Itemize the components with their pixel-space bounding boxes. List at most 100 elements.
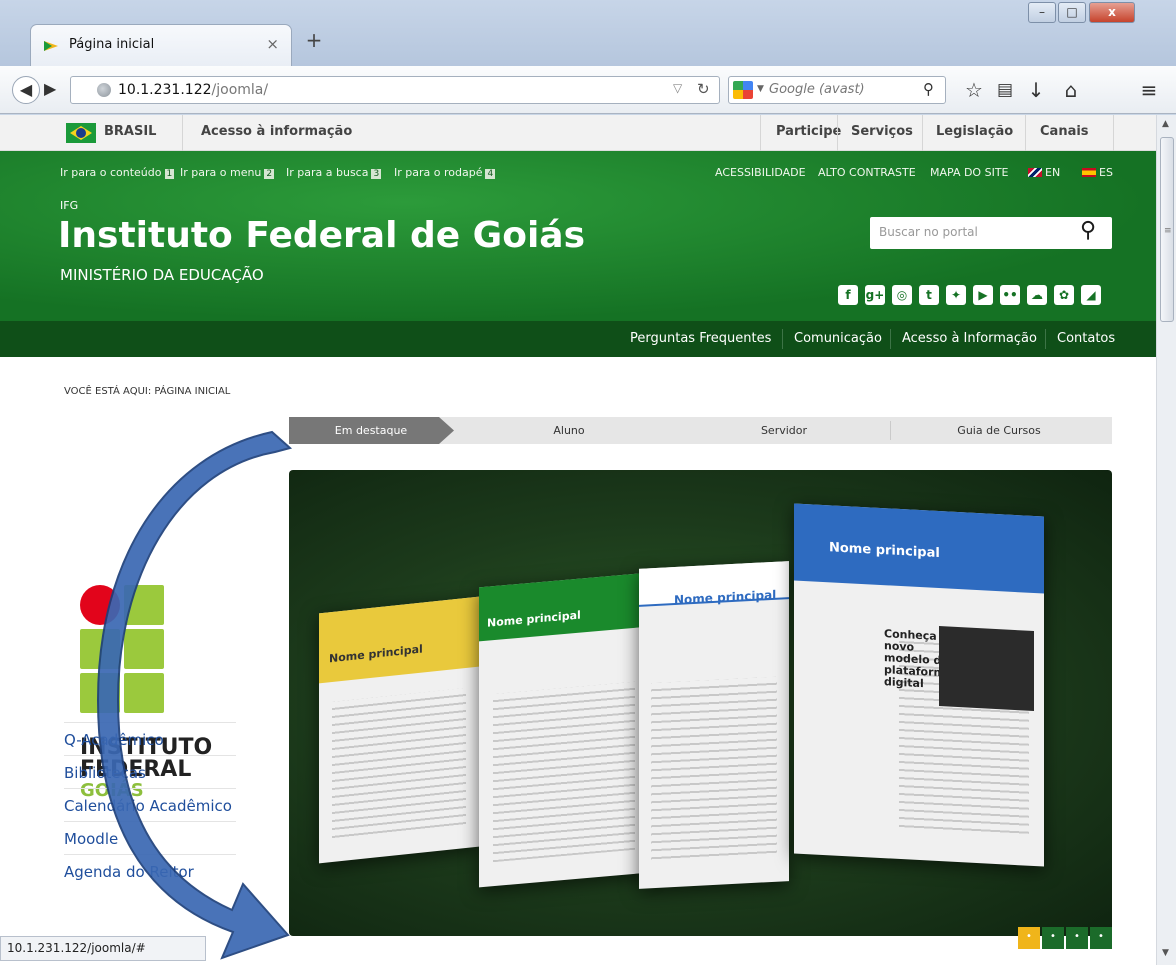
- close-window-button[interactable]: x: [1089, 2, 1135, 23]
- joomla-favicon-icon: [44, 41, 58, 51]
- tumblr-icon[interactable]: t: [919, 285, 939, 305]
- facebook-icon[interactable]: f: [838, 285, 858, 305]
- divider: [782, 329, 783, 349]
- tab-servidor[interactable]: Servidor: [694, 424, 874, 437]
- new-tab-button[interactable]: +: [303, 28, 325, 52]
- bookmark-star-icon[interactable]: ☆: [962, 78, 986, 102]
- divider: [1025, 115, 1026, 151]
- divider: [760, 115, 761, 151]
- slide-dot[interactable]: •: [1090, 927, 1112, 949]
- mockup-video: [939, 626, 1034, 712]
- soundcloud-icon[interactable]: ☁: [1027, 285, 1047, 305]
- divider: [182, 115, 183, 151]
- logo-square: [124, 585, 164, 625]
- download-icon[interactable]: ↓: [1024, 78, 1048, 102]
- slide-dot[interactable]: •: [1042, 927, 1064, 949]
- sidebar-link-agenda[interactable]: Agenda do Reitor: [64, 854, 236, 887]
- scroll-up-icon[interactable]: ▲: [1162, 119, 1169, 129]
- accessibility-link[interactable]: ACESSIBILIDADE: [715, 166, 806, 179]
- sidebar-link-bibliotecas[interactable]: Bibliotecas: [64, 755, 236, 788]
- site-title[interactable]: Instituto Federal de Goiás: [58, 215, 585, 256]
- lang-es-link[interactable]: ES: [1082, 166, 1113, 179]
- divider: [890, 329, 891, 349]
- tab-aluno[interactable]: Aluno: [479, 424, 659, 437]
- vertical-scrollbar[interactable]: ▲ ≡ ▼: [1156, 115, 1176, 965]
- nav-faq[interactable]: Perguntas Frequentes: [630, 331, 771, 346]
- nav-communication[interactable]: Comunicação: [794, 331, 882, 346]
- divider: [890, 421, 891, 440]
- gov-link-servicos[interactable]: Serviços: [851, 124, 913, 139]
- brazil-flag-icon: [66, 123, 96, 143]
- government-bar: BRASIL Acesso à informação Participe Ser…: [0, 115, 1156, 151]
- tab-em-destaque[interactable]: Em destaque: [281, 424, 461, 437]
- page-viewport: BRASIL Acesso à informação Participe Ser…: [0, 115, 1156, 965]
- sidebar-link-calendario[interactable]: Calendário Acadêmico: [64, 788, 236, 821]
- maximize-button[interactable]: □: [1058, 2, 1086, 23]
- tab-guia-de-cursos[interactable]: Guia de Cursos: [909, 424, 1089, 437]
- gov-link-canais[interactable]: Canais: [1040, 124, 1089, 139]
- minimize-button[interactable]: –: [1028, 2, 1056, 23]
- mockup-page: Nome principal: [479, 572, 649, 888]
- google-icon[interactable]: [733, 81, 753, 99]
- lang-en-link[interactable]: EN: [1028, 166, 1060, 179]
- site-map-link[interactable]: MAPA DO SITE: [930, 166, 1009, 179]
- sidebar-link-q-academico[interactable]: Q-Acadêmico: [64, 722, 236, 755]
- divider: [1113, 115, 1114, 151]
- url-bar[interactable]: 10.1.231.122/joomla/ ▽ ↻: [70, 76, 720, 104]
- slideshare-icon[interactable]: ✿: [1054, 285, 1074, 305]
- site-subtitle: MINISTÉRIO DA EDUCAÇÃO: [60, 266, 264, 284]
- skip-link-search[interactable]: Ir para a busca 3: [286, 166, 382, 179]
- gov-link-participe[interactable]: Participe: [776, 124, 841, 139]
- youtube-icon[interactable]: ▶: [973, 285, 993, 305]
- menu-icon[interactable]: ≡: [1137, 78, 1161, 102]
- site-acronym: IFG: [60, 199, 79, 212]
- mockup-page: Nome principal Conheça o novo modelo de …: [794, 503, 1044, 867]
- featured-slideshow[interactable]: Nome principal Nome principal Nome princ…: [289, 470, 1112, 936]
- tab-close-icon[interactable]: ×: [266, 35, 279, 53]
- search-engine-dropdown-icon[interactable]: ▼: [757, 84, 764, 94]
- browser-navbar: ◀ ▶ 10.1.231.122/joomla/ ▽ ↻ ▼ Google (a…: [0, 66, 1176, 114]
- google-plus-icon[interactable]: g+: [865, 285, 885, 305]
- high-contrast-link[interactable]: ALTO CONTRASTE: [818, 166, 916, 179]
- reading-list-icon[interactable]: ▤: [993, 80, 1017, 100]
- portal-search-input[interactable]: Buscar no portal ⚲: [870, 217, 1112, 249]
- logo-square: [80, 629, 120, 669]
- mockup-page: Nome principal: [639, 561, 789, 889]
- site-header: Ir para o conteúdo 1 Ir para o menu 2 Ir p…: [0, 151, 1156, 321]
- logo-square: [80, 673, 120, 713]
- scroll-down-icon[interactable]: ▼: [1162, 948, 1169, 958]
- logo-red-dot: [80, 585, 120, 625]
- grip-icon: ≡: [1164, 226, 1172, 236]
- gov-brasil-link[interactable]: BRASIL: [104, 124, 156, 139]
- search-icon[interactable]: ⚲: [1080, 218, 1096, 243]
- slide-dot[interactable]: •: [1018, 927, 1040, 949]
- instagram-icon[interactable]: ◎: [892, 285, 912, 305]
- skip-link-content[interactable]: Ir para o conteúdo 1: [60, 166, 175, 179]
- sidebar-link-moodle[interactable]: Moodle: [64, 821, 236, 854]
- tab-title: Página inicial: [69, 37, 155, 52]
- nav-contacts[interactable]: Contatos: [1057, 331, 1115, 346]
- gov-link-legislacao[interactable]: Legislação: [936, 124, 1013, 139]
- browser-tab[interactable]: Página inicial ×: [30, 24, 292, 66]
- main-nav: Perguntas Frequentes Comunicação Acesso …: [0, 321, 1156, 357]
- home-icon[interactable]: ⌂: [1059, 78, 1083, 102]
- skip-link-footer[interactable]: Ir para o rodapé 4: [394, 166, 496, 179]
- flickr-icon[interactable]: ••: [1000, 285, 1020, 305]
- back-button[interactable]: ◀: [12, 76, 40, 104]
- scroll-thumb[interactable]: ≡: [1160, 137, 1174, 322]
- search-icon[interactable]: ⚲: [923, 80, 934, 98]
- reload-icon[interactable]: ↻: [697, 80, 710, 98]
- rss-icon[interactable]: ◢: [1081, 285, 1101, 305]
- divider: [837, 115, 838, 151]
- forward-button[interactable]: ▶: [44, 79, 56, 98]
- search-bar[interactable]: ▼ Google (avast) ⚲: [728, 76, 946, 104]
- url-dropdown-icon[interactable]: ▽: [673, 81, 682, 95]
- twitter-icon[interactable]: ✦: [946, 285, 966, 305]
- divider: [922, 115, 923, 151]
- skip-link-menu[interactable]: Ir para o menu 2: [180, 166, 275, 179]
- slide-dot[interactable]: •: [1066, 927, 1088, 949]
- nav-access-info[interactable]: Acesso à Informação: [902, 331, 1037, 346]
- gov-access-info-link[interactable]: Acesso à informação: [201, 124, 352, 139]
- logo-square: [124, 629, 164, 669]
- status-bar: 10.1.231.122/joomla/#: [0, 936, 206, 961]
